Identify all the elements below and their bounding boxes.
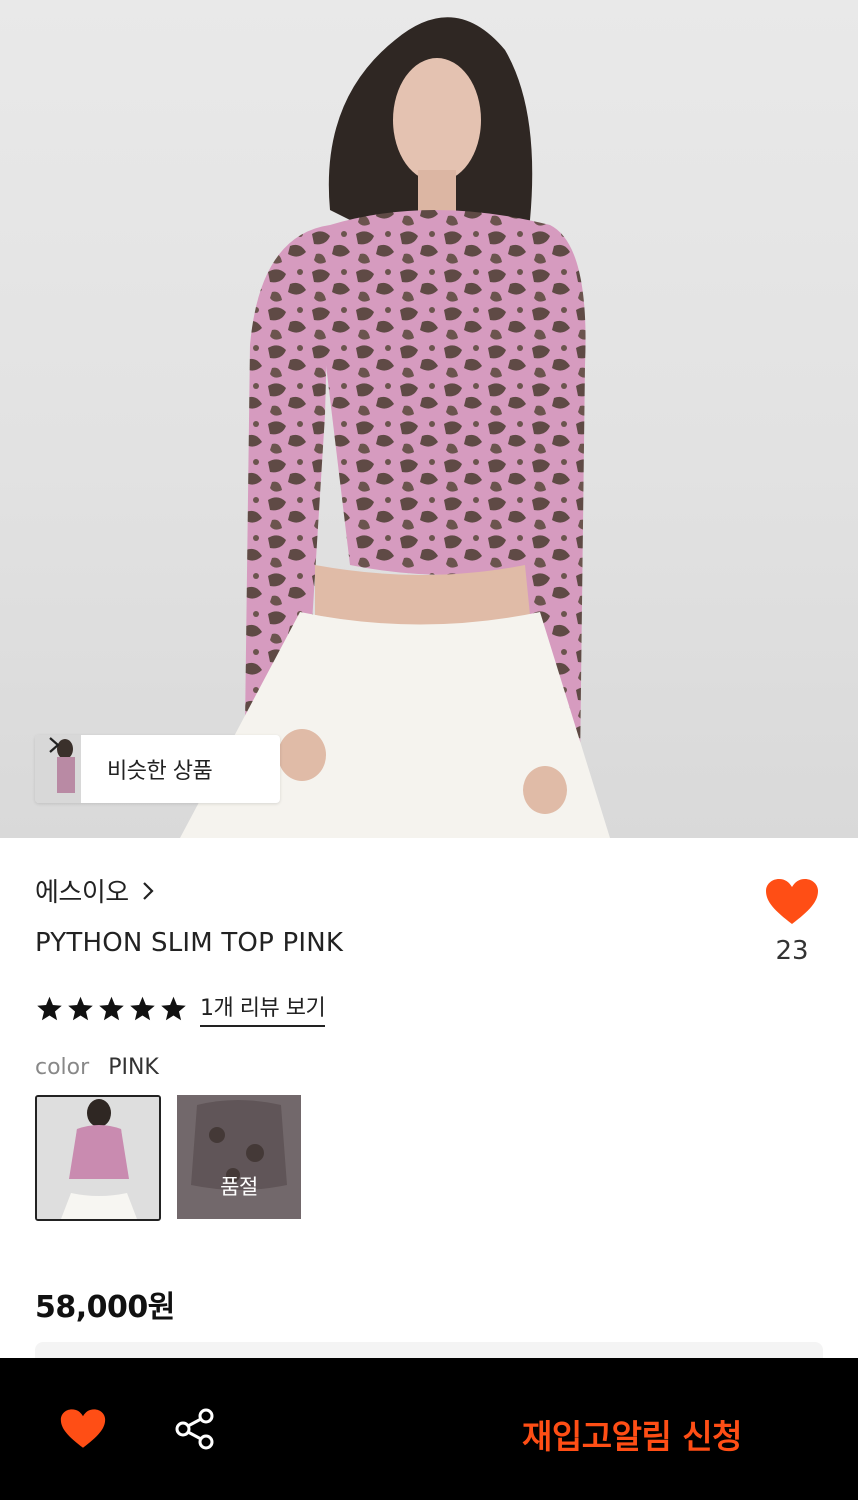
swatch-image <box>37 1097 159 1219</box>
like-count: 23 <box>775 936 809 966</box>
color-swatches: 품절 <box>35 1095 301 1221</box>
bottom-action-bar: 재입고알림 신청 <box>0 1358 858 1500</box>
star-icon <box>99 996 124 1020</box>
product-title: PYTHON SLIM TOP PINK <box>35 928 344 958</box>
share-icon[interactable] <box>174 1408 216 1450</box>
like-button[interactable]: 23 <box>762 878 822 966</box>
star-icon <box>68 996 93 1020</box>
star-icon <box>130 996 155 1020</box>
color-value: PINK <box>108 1055 159 1080</box>
product-photo-illustration <box>180 17 610 838</box>
heart-icon <box>766 879 818 924</box>
soldout-label: 품절 <box>220 1175 258 1199</box>
rating-row: 1개 리뷰 보기 <box>35 990 326 1027</box>
chevron-right-icon <box>142 881 154 900</box>
similar-products-label: 비슷한 상품 <box>107 759 213 784</box>
color-option-row: color PINK <box>35 1055 159 1080</box>
product-price: 58,000원 <box>35 1290 175 1325</box>
star-icon <box>161 996 186 1020</box>
heart-icon[interactable] <box>60 1408 106 1450</box>
review-link[interactable]: 1개 리뷰 보기 <box>200 990 326 1027</box>
star-icon <box>37 996 62 1020</box>
product-image[interactable]: 비슷한 상품 <box>0 0 858 838</box>
chevron-right-icon <box>49 737 60 753</box>
color-label: color <box>35 1055 90 1080</box>
similar-products-button[interactable]: 비슷한 상품 <box>35 735 280 803</box>
rating-stars <box>35 995 188 1023</box>
swatch-pink[interactable] <box>35 1095 161 1221</box>
restock-alert-button[interactable]: 재입고알림 신청 <box>522 1410 743 1458</box>
swatch-soldout[interactable]: 품절 <box>177 1095 301 1219</box>
brand-link[interactable]: 에스이오 <box>35 872 155 909</box>
brand-name: 에스이오 <box>35 878 129 908</box>
